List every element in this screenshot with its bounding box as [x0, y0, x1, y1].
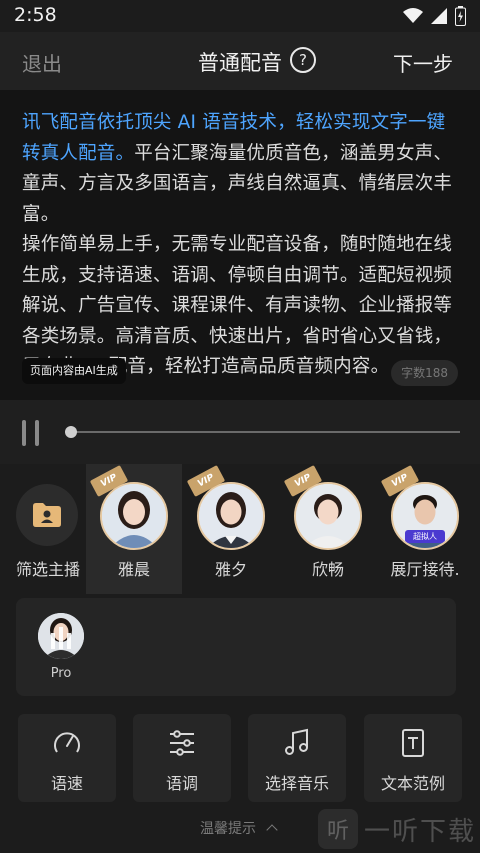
avatar: [294, 482, 362, 550]
script-text[interactable]: 讯飞配音依托顶尖 AI 语音技术，轻松实现文字一键转真人配音。平台汇聚海量优质音…: [22, 108, 462, 383]
avatar: [100, 482, 168, 550]
voice-name: 欣畅: [311, 560, 344, 579]
watermark-text: 一听下载: [364, 816, 477, 847]
status-time: 2:58: [14, 4, 57, 26]
filter-anchors-label: 筛选主播: [15, 560, 80, 579]
signal-icon: [431, 8, 447, 24]
script-body-2: 操作简单易上手，无需专业配音设备，随时随地在线生成，支持语速、语调、停顿自由调节…: [22, 234, 453, 377]
gauge-icon: [54, 732, 80, 753]
status-icons: [403, 6, 466, 26]
page-title: 普通配音: [198, 51, 282, 75]
voice-name: 展厅接待.: [390, 560, 460, 579]
audio-player: [0, 400, 480, 464]
progress-handle[interactable]: [65, 426, 77, 438]
wifi-icon: [403, 8, 423, 23]
next-step-button[interactable]: 下一步: [393, 48, 453, 77]
tool-label: 语速: [50, 774, 83, 793]
tool-label: 选择音乐: [264, 774, 329, 793]
pause-icon-bar: [35, 420, 39, 446]
pitch-tool-button[interactable]: 语调: [133, 714, 231, 802]
voice-item-yachen[interactable]: VIP 雅晨: [86, 464, 182, 594]
pro-voice-avatar[interactable]: [38, 613, 84, 659]
tool-label: 语调: [165, 774, 198, 793]
filter-circle: [16, 484, 78, 546]
folder-person-icon: [33, 503, 61, 527]
watermark: 听 一听下载: [318, 808, 476, 850]
voice-item-yaxi[interactable]: VIP 雅夕: [183, 464, 279, 594]
status-bar: 2:58: [0, 0, 480, 32]
sliders-icon: [170, 730, 194, 756]
chevron-up-icon: [266, 824, 279, 836]
tool-label: 文本范例: [380, 774, 445, 793]
filter-anchors-button[interactable]: 筛选主播: [0, 464, 96, 594]
voice-name: 雅夕: [214, 560, 247, 579]
progress-track[interactable]: [70, 431, 460, 433]
pro-voice-panel: Pro: [16, 598, 456, 696]
voice-item-xinchang[interactable]: VIP 欣畅: [280, 464, 376, 594]
text-document-icon: [402, 729, 424, 757]
music-note-icon: [285, 728, 308, 755]
pro-label: Pro: [50, 666, 72, 681]
super-realistic-tag: 超拟人: [405, 530, 445, 543]
battery-icon: [455, 6, 466, 26]
ai-generated-badge: 页面内容由AI生成: [22, 358, 126, 384]
voice-item-exhibition-host[interactable]: 超拟人 VIP 展厅接待.: [377, 464, 473, 594]
avatar: 超拟人: [391, 482, 459, 550]
watermark-logo: 听: [318, 809, 358, 849]
voice-name: 雅晨: [117, 560, 150, 579]
tips-toggle[interactable]: 温馨提示: [200, 818, 279, 838]
help-icon[interactable]: ?: [290, 47, 316, 73]
pause-icon: [22, 420, 26, 446]
text-sample-button[interactable]: 文本范例: [364, 714, 462, 802]
tips-label: 温馨提示: [200, 821, 256, 837]
voice-selector: 筛选主播 VIP 雅晨 VIP 雅夕 VIP 欣畅 超拟人 VIP 展厅接待.: [0, 464, 480, 594]
top-bar: 退出 普通配音 ? 下一步: [0, 32, 480, 90]
exit-button[interactable]: 退出: [22, 48, 62, 77]
char-count-badge: 字数188: [391, 360, 458, 386]
avatar: [197, 482, 265, 550]
script-text-panel[interactable]: 讯飞配音依托顶尖 AI 语音技术，轻松实现文字一键转真人配音。平台汇聚海量优质音…: [0, 90, 480, 400]
speed-tool-button[interactable]: 语速: [18, 714, 116, 802]
choose-music-button[interactable]: 选择音乐: [248, 714, 346, 802]
